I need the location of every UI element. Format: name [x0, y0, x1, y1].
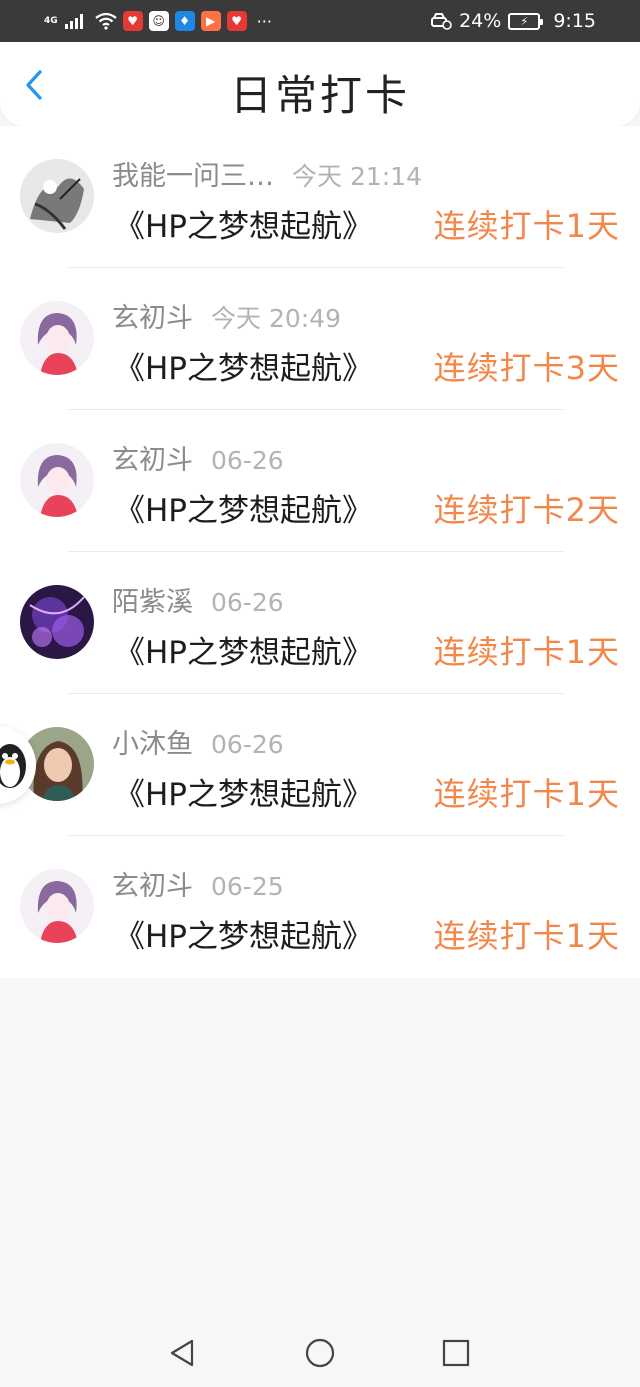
streak-label: 连续打卡3天: [433, 349, 620, 387]
streak-label: 连续打卡1天: [433, 775, 620, 813]
checkin-list: 我能一问三… 今天 21:14 《HP之梦想起航》 连续打卡1天 玄初斗 今天 …: [0, 126, 640, 978]
username[interactable]: 玄初斗: [112, 296, 193, 335]
avatar[interactable]: [20, 159, 94, 233]
checkin-time: 今天 21:14: [292, 162, 422, 191]
row-meta: 陌紫溪 06-26: [112, 580, 284, 619]
battery-charging-icon: ⚡: [508, 12, 544, 30]
wifi-icon: [94, 12, 117, 30]
checkin-time: 06-26: [211, 588, 284, 617]
username[interactable]: 小沐鱼: [112, 722, 193, 761]
nav-recents-icon[interactable]: [440, 1337, 472, 1369]
streak-label: 连续打卡1天: [433, 633, 620, 671]
row-meta: 小沐鱼 06-26: [112, 722, 284, 761]
streak-label: 连续打卡1天: [433, 917, 620, 955]
username[interactable]: 陌紫溪: [112, 580, 193, 619]
checkin-time: 06-26: [211, 446, 284, 475]
checkin-row[interactable]: 小沐鱼 06-26 《HP之梦想起航》 连续打卡1天: [0, 694, 640, 836]
network-type: 4G: [44, 15, 58, 26]
clock: 9:15: [553, 10, 596, 32]
avatar[interactable]: [20, 585, 94, 659]
book-title[interactable]: 《HP之梦想起航》: [114, 627, 373, 672]
avatar[interactable]: [20, 869, 94, 943]
checkin-row[interactable]: 陌紫溪 06-26 《HP之梦想起航》 连续打卡1天: [0, 552, 640, 694]
checkin-time: 06-25: [211, 872, 284, 901]
app-heart-icon: ♥: [122, 11, 143, 31]
app-bulb-icon: ♦: [174, 11, 195, 31]
checkin-time: 今天 20:49: [211, 304, 341, 333]
checkin-row[interactable]: 玄初斗 06-26 《HP之梦想起航》 连续打卡2天: [0, 410, 640, 552]
status-right: 24% ⚡ 9:15: [430, 10, 596, 32]
book-title[interactable]: 《HP之梦想起航》: [114, 911, 373, 956]
username[interactable]: 玄初斗: [112, 438, 193, 477]
battery-percent: 24%: [459, 10, 502, 32]
app-heart2-icon: ♥: [226, 11, 247, 31]
more-notifications: ···: [256, 11, 272, 31]
page-title: 日常打卡: [229, 71, 410, 120]
row-meta: 玄初斗 06-25: [112, 864, 284, 903]
streak-label: 连续打卡2天: [433, 491, 620, 529]
system-nav-bar: [0, 1317, 640, 1387]
book-title[interactable]: 《HP之梦想起航》: [114, 343, 373, 388]
nav-home-icon[interactable]: [304, 1337, 336, 1369]
row-meta: 我能一问三… 今天 21:14: [112, 154, 422, 193]
avatar[interactable]: [20, 301, 94, 375]
row-meta: 玄初斗 今天 20:49: [112, 296, 341, 335]
checkin-row[interactable]: 玄初斗 06-25 《HP之梦想起航》 连续打卡1天: [0, 836, 640, 978]
checkin-time: 06-26: [211, 730, 284, 759]
checkin-row[interactable]: 玄初斗 今天 20:49 《HP之梦想起航》 连续打卡3天: [0, 268, 640, 410]
book-title[interactable]: 《HP之梦想起航》: [114, 769, 373, 814]
row-meta: 玄初斗 06-26: [112, 438, 284, 477]
username[interactable]: 玄初斗: [112, 864, 193, 903]
checkin-row[interactable]: 我能一问三… 今天 21:14 《HP之梦想起航》 连续打卡1天: [0, 126, 640, 268]
book-title[interactable]: 《HP之梦想起航》: [114, 485, 373, 530]
signal-icon: [64, 13, 83, 29]
status-bar: 4G ♥ ☺ ♦ ▶ ♥ ··· 24% ⚡ 9:15: [0, 0, 640, 42]
nav-back-icon[interactable]: [166, 1337, 198, 1369]
header: 日常打卡: [0, 42, 640, 126]
car-lock-icon: [431, 13, 452, 30]
app-play-icon: ▶: [200, 11, 221, 31]
status-left: 4G ♥ ☺ ♦ ▶ ♥ ···: [44, 11, 272, 31]
avatar[interactable]: [20, 443, 94, 517]
penguin-icon: [0, 744, 26, 788]
app-face-icon: ☺: [148, 11, 169, 31]
streak-label: 连续打卡1天: [433, 207, 620, 245]
book-title[interactable]: 《HP之梦想起航》: [114, 201, 373, 246]
username[interactable]: 我能一问三…: [112, 154, 274, 193]
floating-qq-button[interactable]: [0, 726, 36, 804]
